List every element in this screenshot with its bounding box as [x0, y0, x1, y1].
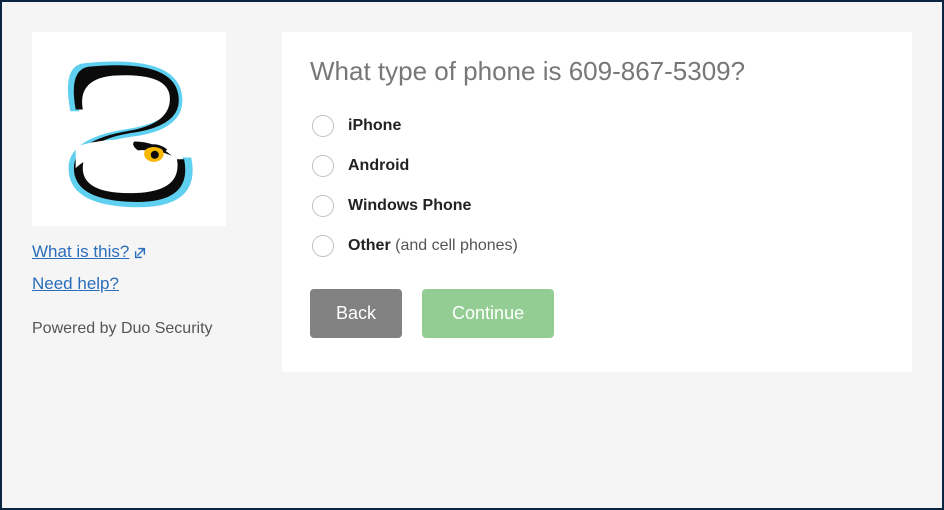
- option-iphone[interactable]: iPhone: [312, 115, 884, 137]
- need-help-label: Need help?: [32, 274, 119, 294]
- external-link-icon: [133, 245, 147, 259]
- need-help-link[interactable]: Need help?: [32, 274, 119, 294]
- phone-number: 609-867-5309: [569, 56, 731, 86]
- org-logo: [32, 32, 226, 226]
- option-windows-phone[interactable]: Windows Phone: [312, 195, 884, 217]
- heading-prefix: What type of phone is: [310, 56, 569, 86]
- enrollment-panel: What type of phone is 609-867-5309? iPho…: [282, 32, 912, 372]
- option-android[interactable]: Android: [312, 155, 884, 177]
- option-label: Other (and cell phones): [348, 237, 518, 255]
- sidebar: What is this? Need help? Powered by Duo …: [32, 32, 232, 478]
- option-label: Android: [348, 157, 409, 175]
- what-is-this-link[interactable]: What is this?: [32, 242, 147, 262]
- button-row: Back Continue: [310, 289, 884, 338]
- radio-icon: [312, 115, 334, 137]
- phone-type-heading: What type of phone is 609-867-5309?: [310, 56, 884, 87]
- radio-icon: [312, 155, 334, 177]
- radio-icon: [312, 195, 334, 217]
- powered-by-text: Powered by Duo Security: [32, 320, 232, 338]
- heading-suffix: ?: [731, 56, 745, 86]
- option-label: Windows Phone: [348, 197, 471, 215]
- option-label: iPhone: [348, 117, 401, 135]
- continue-button: Continue: [422, 289, 554, 338]
- what-is-this-label: What is this?: [32, 242, 129, 262]
- phone-type-options: iPhone Android Windows Phone Other (and …: [310, 115, 884, 257]
- help-links: What is this? Need help?: [32, 242, 232, 300]
- option-other[interactable]: Other (and cell phones): [312, 235, 884, 257]
- radio-icon: [312, 235, 334, 257]
- back-button[interactable]: Back: [310, 289, 402, 338]
